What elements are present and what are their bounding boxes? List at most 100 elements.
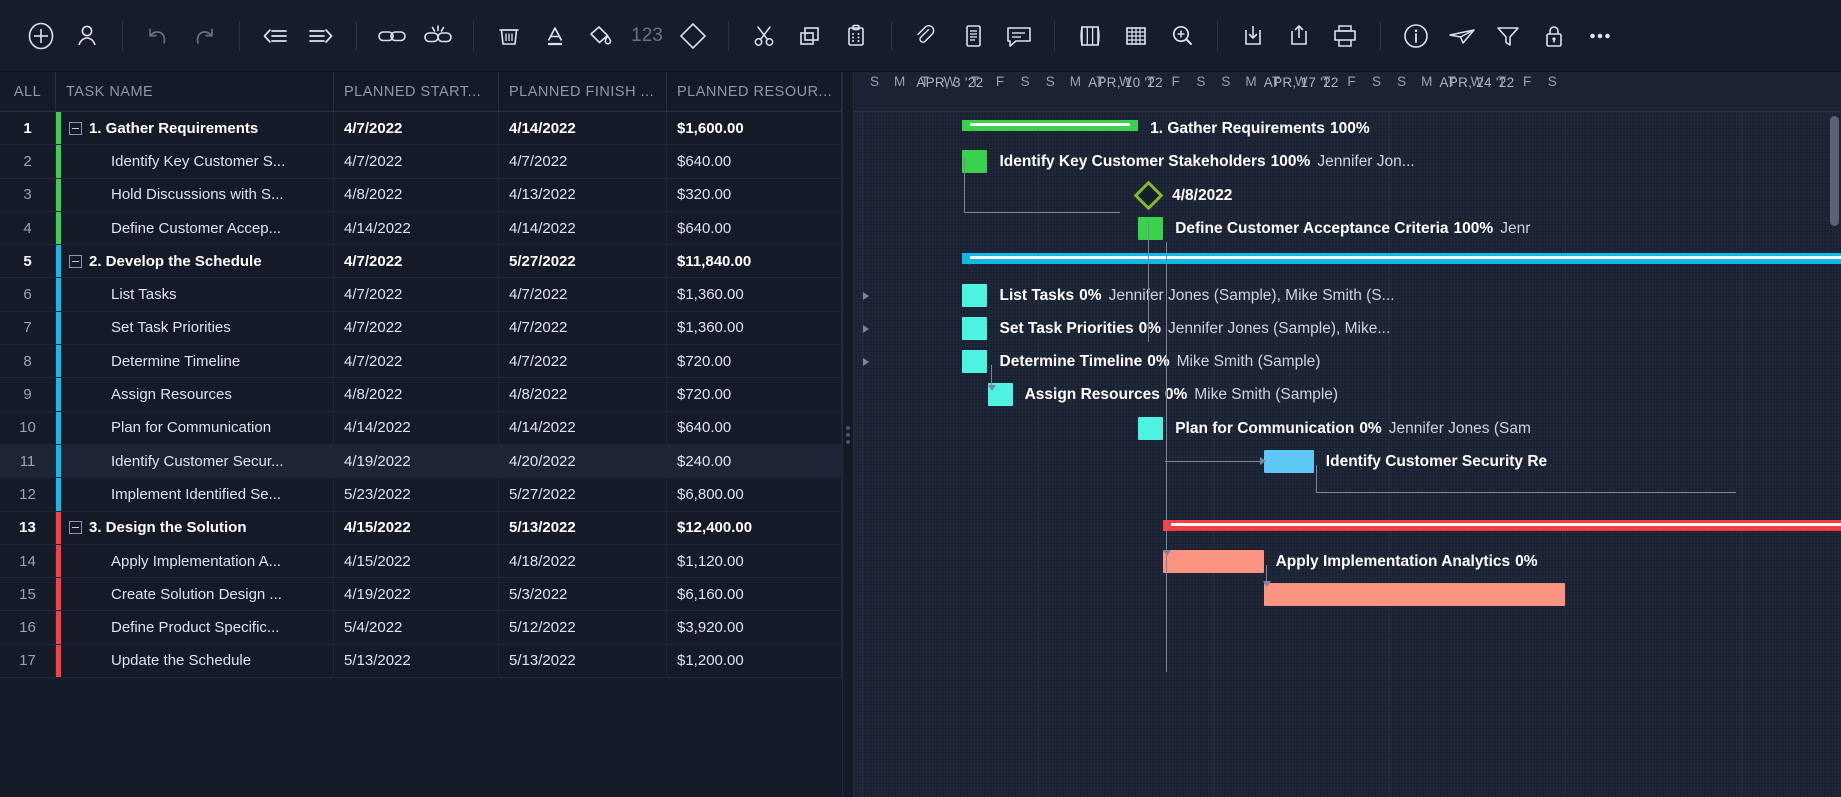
gantt-summary-bar[interactable] <box>962 253 1841 264</box>
gantt-task-bar[interactable] <box>1264 583 1565 606</box>
planned-finish-cell[interactable]: 5/27/2022 <box>499 478 667 510</box>
planned-start-cell[interactable]: 4/7/2022 <box>334 145 499 177</box>
planned-finish-cell[interactable]: 4/14/2022 <box>499 112 667 144</box>
info-icon[interactable] <box>1393 13 1439 59</box>
planned-resource-cost-cell[interactable]: $1,200.00 <box>667 645 842 677</box>
table-row[interactable]: 8Determine Timeline4/7/20224/7/2022$720.… <box>0 345 842 378</box>
planned-start-cell[interactable]: 4/15/2022 <box>334 545 499 577</box>
table-row[interactable]: 9Assign Resources4/8/20224/8/2022$720.00 <box>0 378 842 411</box>
gantt-task-bar[interactable] <box>1138 417 1163 440</box>
table-row[interactable]: 52. Develop the Schedule4/7/20225/27/202… <box>0 245 842 278</box>
grid-view-icon[interactable] <box>1113 13 1159 59</box>
planned-resource-cost-cell[interactable]: $11,840.00 <box>667 245 842 277</box>
print-icon[interactable] <box>1322 13 1368 59</box>
zoom-in-icon[interactable] <box>1159 13 1205 59</box>
planned-start-cell[interactable]: 4/19/2022 <box>334 578 499 610</box>
task-name-cell[interactable]: Create Solution Design ... <box>56 578 334 610</box>
planned-finish-cell[interactable]: 4/7/2022 <box>499 345 667 377</box>
columns-icon[interactable] <box>1067 13 1113 59</box>
planned-start-cell[interactable]: 4/14/2022 <box>334 212 499 244</box>
gantt-task-bar[interactable] <box>1264 450 1314 473</box>
planned-resource-cost-cell[interactable]: $1,600.00 <box>667 112 842 144</box>
planned-start-cell[interactable]: 4/8/2022 <box>334 179 499 211</box>
planned-finish-cell[interactable]: 5/27/2022 <box>499 245 667 277</box>
planned-finish-cell[interactable]: 4/14/2022 <box>499 212 667 244</box>
gantt-summary-bar[interactable] <box>962 120 1138 131</box>
table-row[interactable]: 7Set Task Priorities4/7/20224/7/2022$1,3… <box>0 312 842 345</box>
planned-resource-cost-cell[interactable]: $240.00 <box>667 445 842 477</box>
panel-splitter[interactable] <box>842 72 854 797</box>
planned-finish-cell[interactable]: 4/13/2022 <box>499 179 667 211</box>
table-row[interactable]: 17Update the Schedule5/13/20225/13/2022$… <box>0 645 842 678</box>
task-name-cell[interactable]: Implement Identified Se... <box>56 478 334 510</box>
planned-start-cell[interactable]: 5/23/2022 <box>334 478 499 510</box>
table-row[interactable]: 6List Tasks4/7/20224/7/2022$1,360.00 <box>0 278 842 311</box>
task-name-cell[interactable]: Identify Customer Secur... <box>56 445 334 477</box>
gantt-task-bar[interactable] <box>1163 550 1263 573</box>
planned-start-cell[interactable]: 4/8/2022 <box>334 378 499 410</box>
planned-resource-cost-cell[interactable]: $720.00 <box>667 378 842 410</box>
planned-resource-cost-cell[interactable]: $720.00 <box>667 345 842 377</box>
milestone-icon[interactable] <box>670 13 716 59</box>
planned-finish-cell[interactable]: 4/18/2022 <box>499 545 667 577</box>
task-name-cell[interactable]: Define Customer Accep... <box>56 212 334 244</box>
column-header-pr[interactable]: PLANNED RESOUR... <box>667 72 842 112</box>
gantt-task-bar[interactable] <box>962 350 987 373</box>
timeline-body[interactable]: 1. Gather Requirements100%Identify Key C… <box>854 112 1841 797</box>
task-name-cell[interactable]: Define Product Specific... <box>56 611 334 643</box>
planned-resource-cost-cell[interactable]: $12,400.00 <box>667 512 842 544</box>
task-name-cell[interactable]: 3. Design the Solution <box>56 512 334 544</box>
planned-start-cell[interactable]: 4/7/2022 <box>334 245 499 277</box>
lock-icon[interactable] <box>1531 13 1577 59</box>
table-row[interactable]: 15Create Solution Design ...4/19/20225/3… <box>0 578 842 611</box>
table-row[interactable]: 14Apply Implementation A...4/15/20224/18… <box>0 545 842 578</box>
task-name-cell[interactable]: Update the Schedule <box>56 645 334 677</box>
column-header-ps[interactable]: PLANNED START... <box>334 72 499 112</box>
delete-icon[interactable] <box>486 13 532 59</box>
task-name-cell[interactable]: Identify Key Customer S... <box>56 145 334 177</box>
planned-start-cell[interactable]: 5/13/2022 <box>334 645 499 677</box>
number-format-icon[interactable]: 123 <box>624 13 670 59</box>
task-name-cell[interactable]: List Tasks <box>56 278 334 310</box>
vertical-scrollbar[interactable] <box>1830 116 1839 226</box>
table-row[interactable]: 10Plan for Communication4/14/20224/14/20… <box>0 412 842 445</box>
add-resource-icon[interactable] <box>64 13 110 59</box>
collapse-toggle-icon[interactable] <box>69 255 82 268</box>
task-name-cell[interactable]: Assign Resources <box>56 378 334 410</box>
unlink-tasks-icon[interactable] <box>415 13 461 59</box>
planned-start-cell[interactable]: 5/4/2022 <box>334 611 499 643</box>
planned-resource-cost-cell[interactable]: $6,800.00 <box>667 478 842 510</box>
planned-resource-cost-cell[interactable]: $1,360.00 <box>667 278 842 310</box>
paste-icon[interactable] <box>833 13 879 59</box>
gantt-task-bar[interactable] <box>1138 217 1163 240</box>
table-row[interactable]: 12Implement Identified Se...5/23/20225/2… <box>0 478 842 511</box>
task-name-cell[interactable]: 1. Gather Requirements <box>56 112 334 144</box>
planned-finish-cell[interactable]: 4/8/2022 <box>499 378 667 410</box>
table-row[interactable]: 11. Gather Requirements4/7/20224/14/2022… <box>0 112 842 145</box>
planned-finish-cell[interactable]: 4/7/2022 <box>499 145 667 177</box>
task-name-cell[interactable]: Apply Implementation A... <box>56 545 334 577</box>
more-options-icon[interactable] <box>1577 13 1623 59</box>
planned-start-cell[interactable]: 4/7/2022 <box>334 278 499 310</box>
task-name-cell[interactable]: Hold Discussions with S... <box>56 179 334 211</box>
collapse-toggle-icon[interactable] <box>69 122 82 135</box>
fill-color-icon[interactable] <box>578 13 624 59</box>
planned-resource-cost-cell[interactable]: $6,160.00 <box>667 578 842 610</box>
planned-resource-cost-cell[interactable]: $320.00 <box>667 179 842 211</box>
planned-finish-cell[interactable]: 4/20/2022 <box>499 445 667 477</box>
planned-resource-cost-cell[interactable]: $3,920.00 <box>667 611 842 643</box>
task-name-cell[interactable]: Set Task Priorities <box>56 312 334 344</box>
gantt-summary-bar[interactable] <box>1163 520 1841 531</box>
task-name-cell[interactable]: Determine Timeline <box>56 345 334 377</box>
gantt-task-bar[interactable] <box>962 317 987 340</box>
collapse-toggle-icon[interactable] <box>69 521 82 534</box>
planned-resource-cost-cell[interactable]: $1,120.00 <box>667 545 842 577</box>
planned-start-cell[interactable]: 4/15/2022 <box>334 512 499 544</box>
column-header-all[interactable]: ALL <box>0 72 56 112</box>
copy-icon[interactable] <box>787 13 833 59</box>
cut-icon[interactable] <box>741 13 787 59</box>
table-row[interactable]: 3Hold Discussions with S...4/8/20224/13/… <box>0 179 842 212</box>
planned-resource-cost-cell[interactable]: $1,360.00 <box>667 312 842 344</box>
add-task-icon[interactable] <box>18 13 64 59</box>
attachment-icon[interactable] <box>904 13 950 59</box>
